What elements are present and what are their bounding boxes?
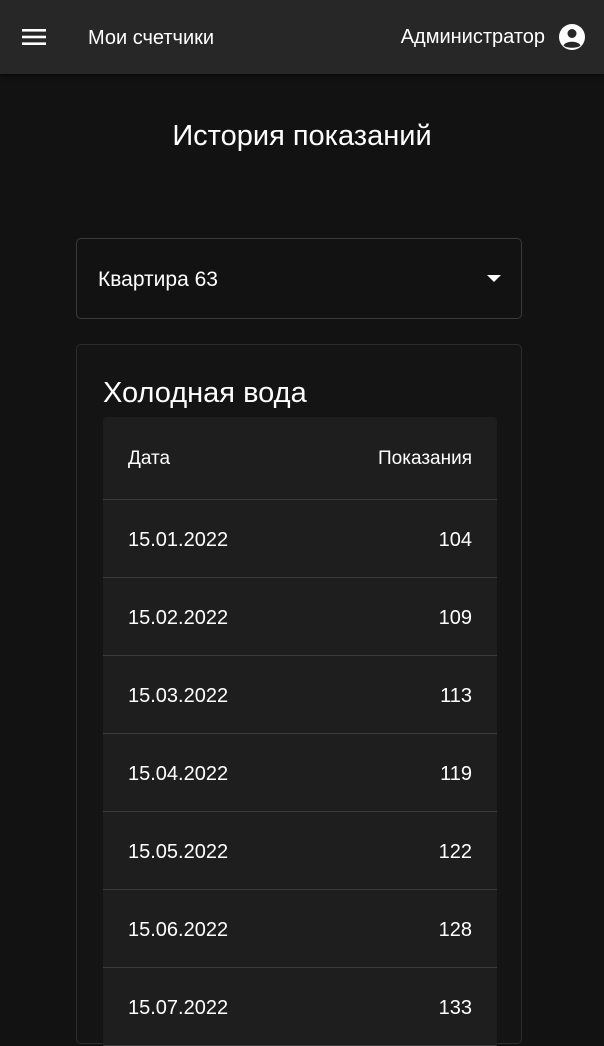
reading-value: 104 (438, 529, 472, 551)
reading-value: 109 (438, 607, 472, 629)
page-title: История показаний (172, 120, 432, 152)
reading-value: 128 (438, 919, 472, 941)
reading-date: 15.06.2022 (128, 919, 229, 941)
table-row: 15.07.2022 133 (103, 968, 497, 1046)
reading-date: 15.01.2022 (128, 529, 229, 551)
account-circle-icon (559, 24, 585, 50)
table-row: 15.05.2022 122 (103, 812, 497, 890)
user-menu-button[interactable]: Администратор (401, 22, 587, 52)
apartment-select[interactable]: Квартира 63 (76, 238, 522, 319)
reading-value: 113 (440, 685, 472, 707)
caret-down-icon (487, 275, 501, 282)
readings-table: Дата Показания 15.01.2022 104 15.02.2022… (103, 417, 497, 1046)
reading-date: 15.02.2022 (128, 607, 229, 629)
table-row: 15.06.2022 128 (103, 890, 497, 968)
column-header-date[interactable]: Дата (128, 447, 170, 471)
app-bar: Мои счетчики Администратор (0, 0, 604, 74)
meter-history-card: Холодная вода Дата Показания 15.01.2022 … (76, 344, 522, 1046)
reading-value: 122 (438, 841, 472, 863)
hamburger-menu-icon (22, 29, 46, 45)
reading-date: 15.05.2022 (128, 841, 229, 863)
reading-value: 119 (440, 763, 472, 785)
table-row: 15.02.2022 109 (103, 578, 497, 656)
table-header-row: Дата Показания (103, 417, 497, 500)
app-title[interactable]: Мои счетчики (88, 25, 214, 51)
table-row: 15.03.2022 113 (103, 656, 497, 734)
reading-date: 15.03.2022 (128, 685, 229, 707)
reading-value: 133 (438, 997, 472, 1019)
meter-title: Холодная вода (103, 377, 307, 409)
reading-date: 15.04.2022 (128, 763, 229, 785)
table-row: 15.01.2022 104 (103, 500, 497, 578)
apartment-select-value: Квартира 63 (98, 268, 218, 291)
reading-date: 15.07.2022 (128, 997, 229, 1019)
column-header-readings[interactable]: Показания (378, 447, 472, 471)
menu-button[interactable] (14, 19, 54, 55)
table-row: 15.04.2022 119 (103, 734, 497, 812)
user-name: Администратор (400, 26, 545, 48)
